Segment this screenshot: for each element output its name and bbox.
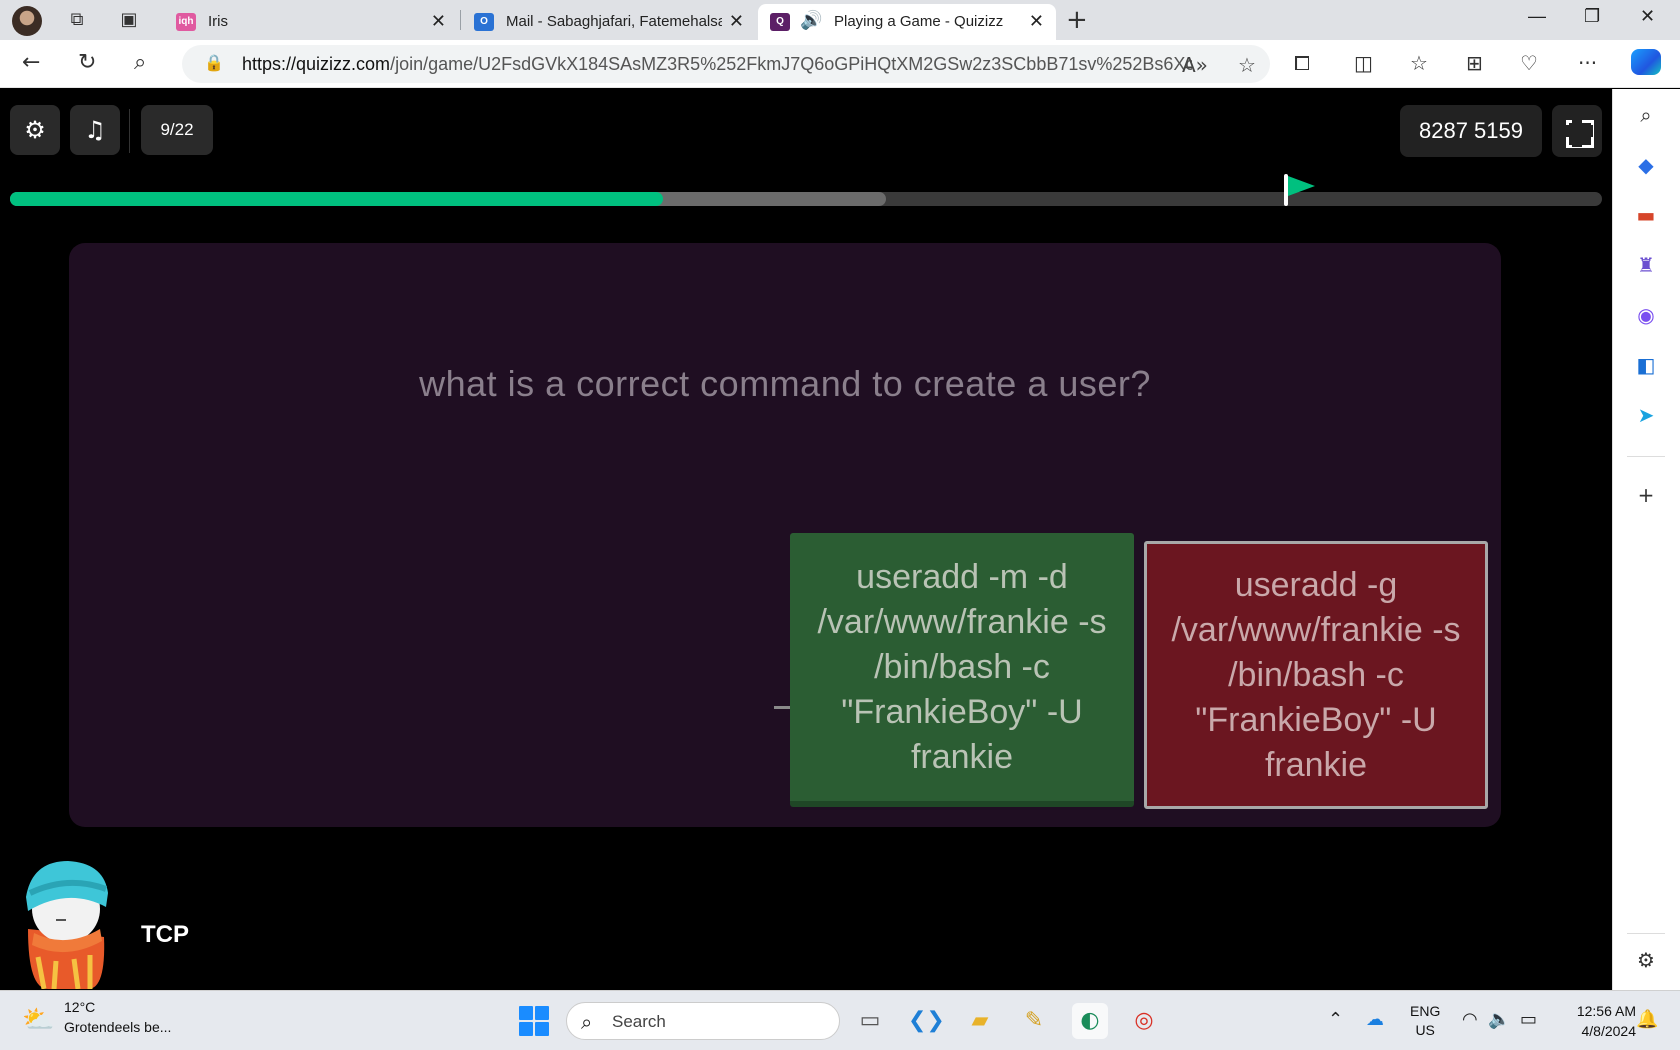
outlook-icon: O <box>474 13 494 31</box>
shopping-tag-icon[interactable]: ◆ <box>1633 152 1659 178</box>
search-icon[interactable]: ⌕ <box>1633 102 1659 128</box>
weather-temp[interactable]: 12°C <box>64 999 95 1015</box>
language-indicator[interactable]: ENG US <box>1410 1002 1440 1040</box>
file-explorer-icon[interactable]: ▰ <box>962 1003 998 1039</box>
collections-icon[interactable]: ⊞ <box>1466 51 1483 75</box>
volume-icon[interactable]: 🔈 <box>1488 1009 1510 1030</box>
address-bar: ← ↻ ⌕ 🔒 https://quizizz.com/join/game/U2… <box>0 40 1680 88</box>
workspaces-icon[interactable]: ⧉ <box>66 9 88 31</box>
clock-date: 4/8/2024 <box>1581 1023 1637 1039</box>
extensions-icon[interactable]: ⧠ <box>1294 51 1310 75</box>
show-hidden-icons-chevron-icon[interactable]: ⌃ <box>1328 1009 1343 1030</box>
url-domain: https://quizizz.com <box>242 54 391 74</box>
microsoft365-icon[interactable]: ◉ <box>1633 302 1659 328</box>
window-close-icon[interactable]: ✕ <box>1640 6 1655 27</box>
split-screen-icon[interactable]: ◫ <box>1354 51 1373 75</box>
tab-title: Iris <box>208 13 228 30</box>
region-code: US <box>1415 1022 1435 1038</box>
question-card: what is a correct command to create a us… <box>69 243 1501 827</box>
player-name: TCP <box>141 921 189 948</box>
close-icon[interactable]: ✕ <box>1029 11 1044 32</box>
minimize-icon[interactable]: — <box>1528 6 1546 27</box>
clock-time: 12:56 AM <box>1576 1003 1636 1019</box>
more-menu-icon[interactable]: ··· <box>1578 51 1597 75</box>
wifi-icon[interactable]: ◠ <box>1462 1009 1478 1030</box>
notification-bell-icon[interactable]: 🔔 <box>1636 1009 1658 1030</box>
close-icon[interactable]: ✕ <box>729 11 744 32</box>
outlook-icon[interactable]: ◧ <box>1633 352 1659 378</box>
tools-briefcase-icon[interactable]: ▬ <box>1633 202 1659 228</box>
edge-browser-icon[interactable]: ◐ <box>1072 1003 1108 1039</box>
new-tab-plus-icon[interactable]: + <box>1066 5 1088 35</box>
fullscreen-button[interactable] <box>1552 105 1602 157</box>
edge-sidebar: ⌕ ◆ ▬ ♜ ◉ ◧ ➤ + ⚙ <box>1612 89 1680 990</box>
fullscreen-icon <box>1561 125 1593 137</box>
toolbar-divider <box>129 109 130 153</box>
tab-actions-icon[interactable]: ▣ <box>118 9 140 31</box>
task-view-icon[interactable]: ▭ <box>852 1003 888 1039</box>
progress-fill <box>10 192 663 206</box>
refresh-icon[interactable]: ↻ <box>78 50 96 75</box>
back-arrow-icon[interactable]: ← <box>22 50 40 75</box>
question-counter: 9/22 <box>141 105 213 155</box>
tab-strip: ⧉ ▣ iqh Iris ✕ O Mail - Sabaghjafari, Fa… <box>0 0 1680 40</box>
add-plus-icon[interactable]: + <box>1633 482 1659 508</box>
search-icon: ⌕ <box>581 1010 593 1034</box>
windows-start-icon[interactable] <box>519 1006 549 1036</box>
favorite-star-icon[interactable]: ☆ <box>1238 53 1256 77</box>
tab-title: Playing a Game - Quizizz <box>834 13 1004 30</box>
system-clock[interactable]: 12:56 AM 4/8/2024 <box>1560 1001 1636 1041</box>
answer-text: useradd -g /var/www/frankie -s /bin/bash… <box>1171 565 1461 784</box>
url-path: /join/game/U2FsdGVkX184SAsMZ3R5%252FkmJ7… <box>390 54 1192 74</box>
finish-flag-icon <box>1288 176 1315 196</box>
paint-tools-icon[interactable]: ✎ <box>1016 1003 1052 1039</box>
quizizz-icon: Q <box>770 13 790 31</box>
sidebar-divider <box>1627 456 1665 457</box>
vscode-icon[interactable]: ❮❯ <box>908 1003 945 1039</box>
tab-mail[interactable]: O Mail - Sabaghjafari, Fatemehalsa ✕ <box>462 4 756 40</box>
url-text[interactable]: https://quizizz.com/join/game/U2FsdGVkX1… <box>242 54 1192 75</box>
tab-quizizz[interactable]: Q 🔊 Playing a Game - Quizizz ✕ <box>758 4 1056 40</box>
games-chess-icon[interactable]: ♜ <box>1633 252 1659 278</box>
music-note-icon: ♫ <box>84 116 106 144</box>
answer-text: useradd -m -d /var/www/frankie -s /bin/b… <box>817 557 1107 776</box>
music-button[interactable]: ♫ <box>70 105 120 155</box>
search-icon[interactable]: ⌕ <box>134 50 146 75</box>
game-area: ⚙ ♫ 9/22 8287 5159 what is a correct com… <box>0 89 1612 990</box>
weather-description[interactable]: Grotendeels be... <box>64 1019 171 1035</box>
sidebar-settings-gear-icon[interactable]: ⚙ <box>1633 947 1659 973</box>
favorites-icon[interactable]: ☆ <box>1410 51 1428 75</box>
windows-taskbar: ⛅ 12°C Grotendeels be... ⌕ Search ▭ ❮❯ ▰… <box>0 990 1680 1050</box>
answer-option-wrong[interactable]: useradd -g /var/www/frankie -s /bin/bash… <box>1144 541 1488 809</box>
browser-essentials-icon[interactable]: ♡ <box>1520 51 1538 75</box>
progress-bar <box>10 192 1602 206</box>
url-field[interactable]: 🔒 https://quizizz.com/join/game/U2FsdGVk… <box>182 45 1270 83</box>
gear-icon: ⚙ <box>24 116 46 144</box>
language-code: ENG <box>1410 1003 1441 1019</box>
search-placeholder: Search <box>612 1012 666 1031</box>
weather-cloud-icon[interactable]: ⛅ <box>22 1005 54 1035</box>
taskbar-search-box[interactable]: ⌕ Search <box>566 1002 840 1040</box>
settings-gear-button[interactable]: ⚙ <box>10 105 60 155</box>
iqh-icon: iqh <box>176 13 196 31</box>
profile-avatar[interactable] <box>12 6 42 36</box>
speaker-icon[interactable]: 🔊 <box>800 10 822 31</box>
game-code: 8287 5159 <box>1400 105 1542 157</box>
player-avatar <box>26 861 108 989</box>
sidebar-divider <box>1627 933 1665 934</box>
send-paper-plane-icon[interactable]: ➤ <box>1633 402 1659 428</box>
close-icon[interactable]: ✕ <box>431 11 446 32</box>
tab-title: Mail - Sabaghjafari, Fatemehalsa <box>506 13 722 30</box>
tab-iris[interactable]: iqh Iris ✕ <box>164 4 458 40</box>
copilot-icon[interactable] <box>1631 49 1661 75</box>
chrome-icon[interactable]: ◎ <box>1126 1003 1162 1039</box>
battery-icon[interactable]: ▭ <box>1520 1009 1537 1030</box>
restore-icon[interactable]: ❐ <box>1584 6 1600 27</box>
read-aloud-icon[interactable]: A» <box>1182 53 1208 77</box>
onedrive-cloud-icon[interactable]: ☁ <box>1366 1009 1384 1030</box>
question-text: what is a correct command to create a us… <box>419 363 1151 404</box>
tab-separator <box>460 10 461 30</box>
answer-option-correct[interactable]: useradd -m -d /var/www/frankie -s /bin/b… <box>790 533 1134 807</box>
lock-icon[interactable]: 🔒 <box>204 53 224 72</box>
